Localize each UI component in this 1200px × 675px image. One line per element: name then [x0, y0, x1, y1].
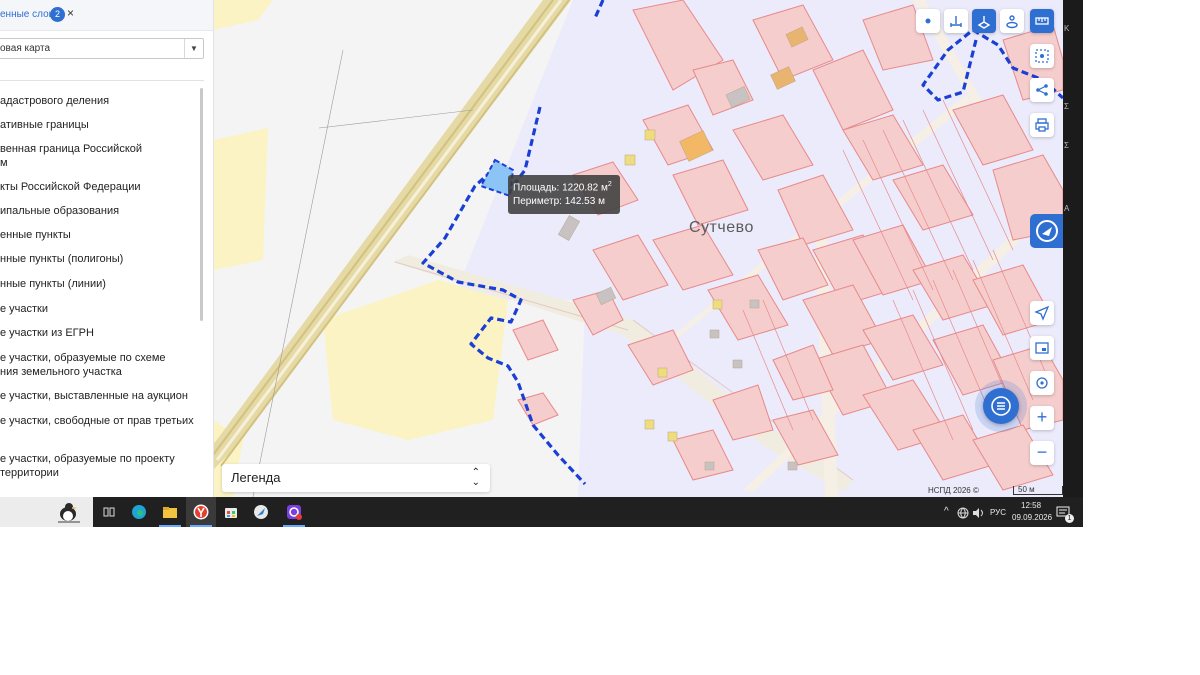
- active-app-indicator: [190, 525, 212, 527]
- chat-icon: [1036, 220, 1058, 242]
- globe-icon[interactable]: [957, 507, 969, 519]
- scale-label: 50 м: [1018, 485, 1035, 494]
- layer-item[interactable]: ипальные образования: [0, 204, 195, 218]
- layer-item-wrap: территории: [0, 467, 59, 479]
- zoom-out-icon: −: [1036, 442, 1048, 462]
- layer-item[interactable]: венная граница Российской: [0, 142, 195, 156]
- area-tool-button[interactable]: [972, 9, 996, 33]
- layer-item[interactable]: е участки, свободные от прав третьих: [0, 414, 195, 428]
- select-area-icon: [1035, 49, 1049, 63]
- layer-item[interactable]: кты Российской Федерации: [0, 180, 195, 194]
- area-value: Площадь: 1220.82 м: [513, 182, 608, 194]
- share-button[interactable]: [1030, 78, 1054, 102]
- ruler-tool-button[interactable]: [1030, 9, 1054, 33]
- edge-glyph: Σ: [1064, 141, 1069, 150]
- edge-browser-icon[interactable]: [131, 504, 147, 520]
- basemap-select[interactable]: овая карта ▼: [0, 38, 204, 59]
- basemap-select-value: овая карта: [0, 43, 51, 54]
- place-label: Сутчево: [689, 219, 754, 236]
- window-edge-strip: [1063, 0, 1083, 527]
- layers-count-badge: 2: [50, 7, 65, 22]
- print-icon: [1035, 118, 1049, 132]
- area-unit-sup: 2: [607, 181, 612, 188]
- layer-item[interactable]: нные пункты (линии): [0, 277, 195, 291]
- map-graphic: [213, 0, 1063, 497]
- layer-item[interactable]: нные пункты (полигоны): [0, 252, 195, 266]
- legend-expand-icon[interactable]: ⌃ ⌄: [472, 468, 480, 488]
- bird-icon: [58, 503, 80, 523]
- layer-item-wrap: ния земельного участка: [0, 366, 122, 378]
- store-icon[interactable]: [223, 504, 239, 520]
- active-app-indicator: [283, 525, 305, 527]
- app-feather-icon[interactable]: [253, 504, 269, 520]
- measurement-tooltip: Площадь: 1220.82 м2 Периметр: 142.53 м: [508, 175, 620, 214]
- minimap-icon: [1035, 342, 1049, 354]
- layer-item[interactable]: е участки, образуемые по проекту: [0, 452, 195, 466]
- panel-scrollbar[interactable]: [200, 88, 203, 321]
- zoom-in-button[interactable]: +: [1030, 406, 1054, 430]
- ruler-icon: [1035, 17, 1049, 25]
- perimeter-value: Периметр: 142.53 м: [513, 196, 605, 207]
- minimap-button[interactable]: [1030, 336, 1054, 360]
- notification-count-badge: 1: [1065, 514, 1074, 523]
- layers-panel-header: енные слои 2 ×: [0, 0, 213, 31]
- active-app-indicator: [159, 525, 181, 527]
- zoom-out-button[interactable]: −: [1030, 441, 1054, 465]
- layers-panel: енные слои 2 × овая карта ▼ адастрового …: [0, 0, 214, 497]
- volume-icon[interactable]: [972, 507, 984, 519]
- yandex-browser-icon[interactable]: [193, 504, 209, 520]
- clock-time[interactable]: 12:58: [1021, 501, 1041, 510]
- layer-item[interactable]: е участки: [0, 302, 195, 316]
- layer-item[interactable]: е участки, образуемые по схеме: [0, 351, 195, 365]
- location-search-icon: [1036, 377, 1048, 389]
- edge-glyph: A: [1064, 204, 1070, 213]
- edge-glyph: K: [1064, 24, 1070, 33]
- locate-button[interactable]: [1030, 301, 1054, 325]
- layers-close-button[interactable]: ×: [67, 6, 74, 20]
- layer-item-wrap: м: [0, 157, 8, 169]
- clock-date[interactable]: 09.09.2026: [1012, 513, 1052, 522]
- navigation-arrow-icon: [1034, 305, 1050, 321]
- layer-item[interactable]: е участки, выставленные на аукцион: [0, 389, 195, 403]
- legend-label: Легенда: [231, 470, 281, 485]
- share-icon: [1036, 84, 1048, 96]
- layer-item[interactable]: енные пункты: [0, 228, 195, 242]
- area-icon: [977, 16, 991, 29]
- dropdown-arrow-icon[interactable]: ▼: [184, 39, 203, 58]
- file-explorer-icon[interactable]: [162, 504, 178, 520]
- tray-chevron-icon[interactable]: ^: [944, 506, 949, 517]
- legend-bar[interactable]: Легенда ⌃ ⌄: [222, 464, 490, 492]
- map-attribution: НСПД 2026 ©: [928, 486, 979, 495]
- list-icon: [991, 396, 1011, 416]
- distance-icon: [950, 16, 962, 27]
- zoom-in-icon: +: [1036, 407, 1048, 427]
- distance-tool-button[interactable]: [944, 9, 968, 33]
- main-menu-button[interactable]: [983, 388, 1019, 424]
- panel-divider: [0, 80, 204, 81]
- taskbar-search-box[interactable]: [0, 497, 93, 527]
- print-button[interactable]: [1030, 113, 1054, 137]
- app-messenger-icon[interactable]: [286, 504, 302, 520]
- point-tool-button[interactable]: [916, 9, 940, 33]
- windows-taskbar: ^ РУС 12:58 09.09.2026 1: [0, 497, 1083, 527]
- screen: енные слои 2 × овая карта ▼ адастрового …: [0, 0, 1083, 527]
- layer-item[interactable]: адастрового деления: [0, 94, 195, 108]
- layer-item[interactable]: ативные границы: [0, 118, 195, 132]
- layer-item[interactable]: е участки из ЕГРН: [0, 326, 195, 340]
- point-icon: [925, 18, 931, 24]
- map-canvas[interactable]: [213, 0, 1063, 497]
- edge-glyph: Σ: [1064, 102, 1069, 111]
- height-icon: [1006, 15, 1018, 29]
- select-area-button[interactable]: [1030, 44, 1054, 68]
- task-view-icon[interactable]: [101, 504, 117, 520]
- location-search-button[interactable]: [1030, 371, 1054, 395]
- layers-title[interactable]: енные слои: [0, 9, 54, 20]
- height-tool-button[interactable]: [1000, 9, 1024, 33]
- language-indicator[interactable]: РУС: [990, 508, 1006, 517]
- chat-assistant-button[interactable]: [1030, 214, 1063, 248]
